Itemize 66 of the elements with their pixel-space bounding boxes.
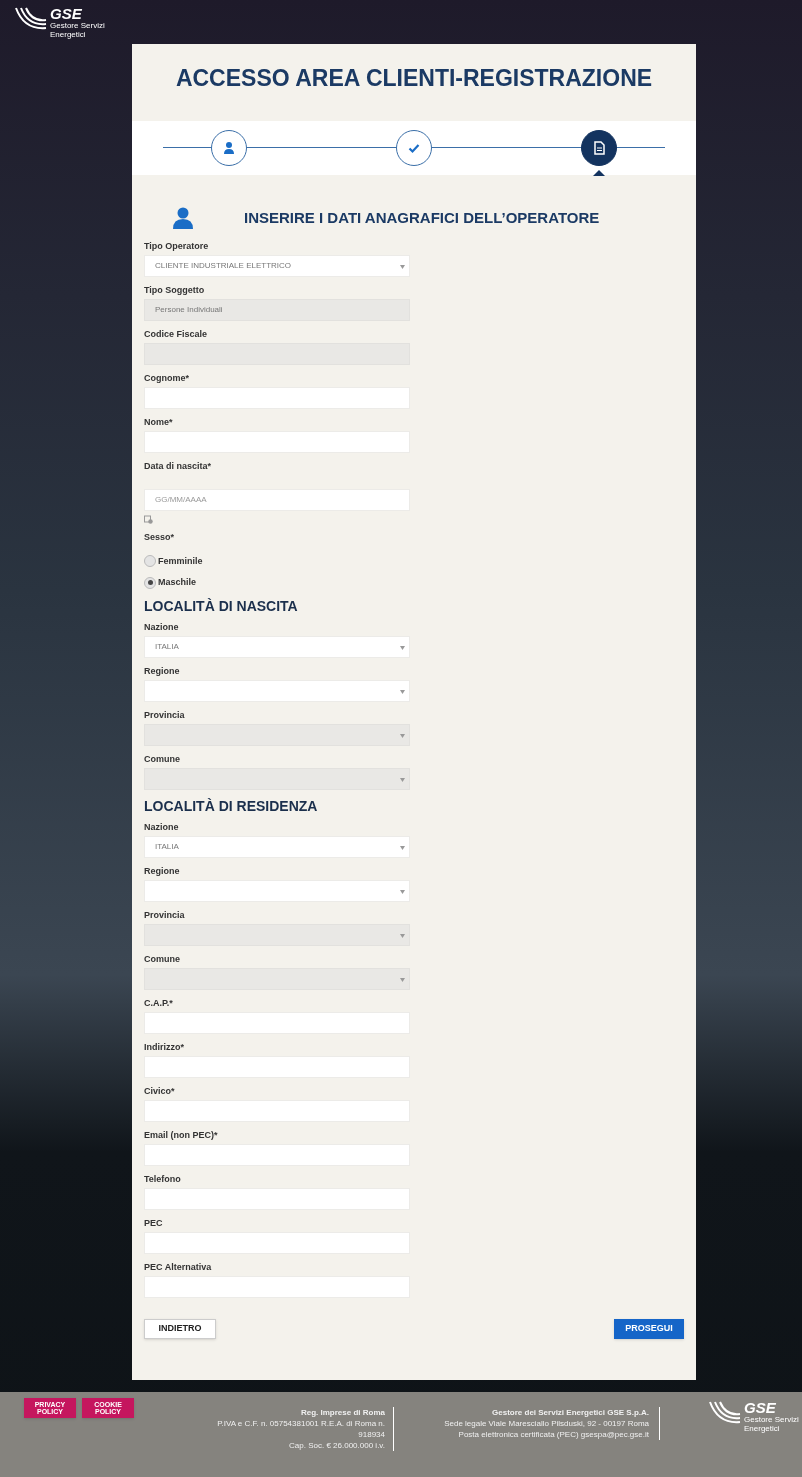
next-button[interactable]: PROSEGUI	[614, 1318, 684, 1339]
caret-icon	[400, 264, 405, 269]
footer-text: Posta elettronica certificata (PEC) gsespa@pec.gse.it	[457, 1429, 649, 1440]
radio-label: Maschile	[158, 576, 197, 589]
wave-logo-icon	[708, 1400, 742, 1426]
radio-button[interactable]	[144, 555, 156, 568]
field-label: Nazione	[144, 620, 180, 633]
caret-icon	[400, 977, 405, 982]
input-field: Persone Individuali	[144, 298, 410, 321]
field-label: Comune	[144, 952, 181, 965]
footer-heading: Reg. Imprese di Roma	[299, 1407, 385, 1418]
caret-icon	[400, 645, 405, 650]
dropdown-field[interactable]: ITALIA	[144, 635, 410, 658]
field-label: Comune	[144, 752, 181, 765]
field-label: Codice Fiscale	[144, 327, 209, 340]
field-label: Tipo Operatore	[144, 239, 210, 252]
section-heading: LOCALITÀ DI NASCITA	[144, 597, 299, 614]
radio-label: Femminile	[158, 554, 203, 568]
dropdown-field[interactable]	[144, 679, 410, 702]
logo-text: GSE	[744, 1400, 777, 1415]
active-step-pointer	[593, 170, 605, 176]
caret-icon	[400, 845, 405, 850]
user-icon	[221, 140, 237, 156]
field-label: PEC Alternativa	[144, 1260, 213, 1273]
caret-icon	[400, 689, 405, 694]
field-label: Indirizzo*	[144, 1040, 185, 1053]
caret-icon	[400, 889, 405, 894]
back-button[interactable]: INDIETRO	[144, 1318, 216, 1339]
field-label: Provincia	[144, 708, 186, 721]
input-field[interactable]: GG/MM/AAAA	[144, 488, 410, 511]
user-icon	[173, 207, 193, 230]
field-label: Provincia	[144, 908, 186, 921]
calendar-icon[interactable]	[144, 514, 153, 524]
document-icon	[591, 140, 607, 156]
field-label: C.A.P.*	[144, 996, 174, 1009]
footer-text: P.IVA e C.F. n. 05754381001 R.E.A. di Roma n. 918934	[216, 1418, 385, 1440]
field-label: Regione	[144, 864, 181, 877]
logo-subtitle: Gestore Servizi Energetici	[744, 1415, 800, 1433]
dropdown-field[interactable]	[144, 879, 410, 902]
dropdown-field[interactable]: ITALIA	[144, 835, 410, 858]
page-title: ACCESSO AREA CLIENTI-REGISTRAZIONE	[174, 64, 654, 93]
field-label: Cognome*	[144, 371, 190, 384]
field-label: Data di nascita*	[144, 459, 213, 472]
field-label: Sesso*	[144, 530, 176, 543]
field-label: Civico*	[144, 1084, 176, 1097]
caret-icon	[400, 777, 405, 782]
field-label: Tipo Soggetto	[144, 283, 206, 296]
caret-icon	[400, 733, 405, 738]
field-label: PEC	[144, 1216, 164, 1229]
wave-logo-icon	[14, 6, 48, 32]
field-label: Nazione	[144, 820, 180, 833]
footer-heading: Gestore dei Servizi Energetici GSE S.p.A.	[491, 1407, 649, 1418]
footer-text: Cap. Soc. € 26.000.000 i.v.	[288, 1440, 385, 1451]
logo-text: GSE	[50, 6, 83, 21]
footer-text: Sede legale Viale Maresciallo Pilsduski, 92 - 00197 Roma	[443, 1418, 649, 1429]
section-heading: LOCALITÀ DI RESIDENZA	[144, 797, 319, 814]
logo-subtitle: Gestore Servizi Energetici	[50, 21, 106, 39]
dropdown-field[interactable]: CLIENTE INDUSTRIALE ELETTRICO	[144, 254, 410, 277]
field-label: Nome*	[144, 415, 174, 428]
section-title: INSERIRE I DATI ANAGRAFICI DELL’OPERATORE	[244, 208, 600, 228]
field-label: Regione	[144, 664, 181, 677]
caret-icon	[400, 933, 405, 938]
step-indicator[interactable]	[581, 130, 617, 166]
radio-button[interactable]	[144, 576, 156, 589]
field-label: Email (non PEC)*	[144, 1128, 219, 1141]
field-label: Telefono	[144, 1172, 182, 1185]
